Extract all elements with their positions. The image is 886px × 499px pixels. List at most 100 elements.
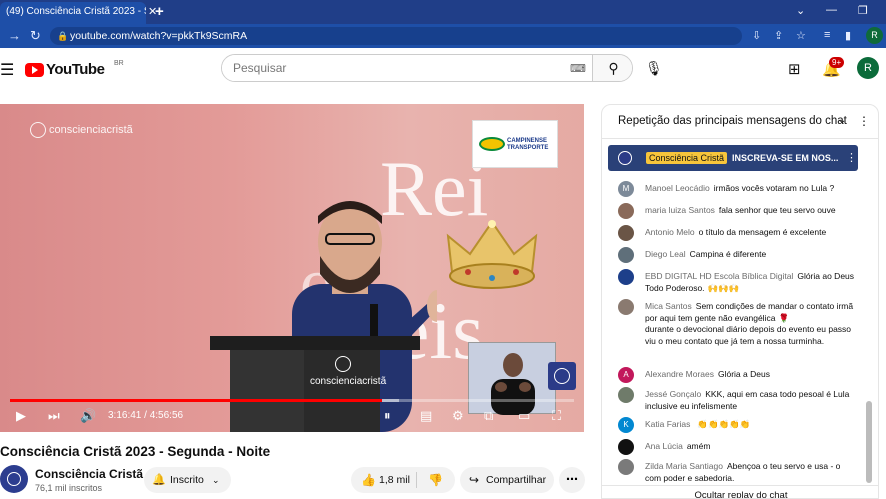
search-box: ⌨ ⚲ <box>221 54 633 82</box>
libras-channel-icon <box>548 362 576 390</box>
message-author[interactable]: Jessé Gonçalo <box>645 389 701 399</box>
video-title: Consciência Cristã 2023 - Segunda - Noit… <box>0 444 271 459</box>
subscribed-button[interactable]: 🔔 Inscrito ⌄ <box>144 467 231 493</box>
lock-icon: 🔒 <box>57 31 69 41</box>
channel-name[interactable]: Consciência Cristã <box>35 467 143 481</box>
channel-avatar[interactable] <box>0 465 28 493</box>
message-author[interactable]: Manoel Leocádio <box>645 183 710 193</box>
thumbs-down-icon[interactable]: 👎 <box>428 467 443 493</box>
subtitles-icon[interactable]: ▤ <box>420 408 432 424</box>
avatar <box>618 247 634 263</box>
back-arrow-icon[interactable]: → <box>8 28 21 43</box>
tab-title: (49) Consciência Cristã 2023 - Se <box>6 6 146 17</box>
reload-icon[interactable]: ↻ <box>30 28 41 44</box>
tab-search-icon[interactable]: ⌄ <box>796 4 805 17</box>
logo-text: YouTube <box>46 61 105 78</box>
message-text: amém <box>686 441 711 451</box>
message-author[interactable]: Alexandre Moraes <box>645 369 714 379</box>
message-author[interactable]: maria luiza Santos <box>645 205 715 215</box>
like-count[interactable]: 1,8 mil <box>379 467 410 493</box>
minimize-icon[interactable]: — <box>826 4 837 16</box>
message-author[interactable]: Diego Leal <box>645 249 686 259</box>
avatar: M <box>618 181 634 197</box>
restore-icon[interactable]: ❐ <box>858 4 868 17</box>
gear-icon[interactable]: ⚙ <box>452 408 464 424</box>
install-icon[interactable]: ⇩ <box>752 29 761 42</box>
hamburger-menu-icon[interactable]: ☰ <box>0 60 14 80</box>
search-button[interactable]: ⚲ <box>592 55 632 81</box>
message-text-continued: durante o devocional diário depois do ev… <box>645 324 852 346</box>
message-author[interactable]: EBD DIGITAL HD Escola Bíblica Digital <box>645 271 793 281</box>
more-vert-icon[interactable]: ⋮ <box>846 151 857 164</box>
avatar[interactable]: R <box>857 57 879 79</box>
avatar <box>618 439 634 455</box>
pinned-text: INSCREVA-SE EM NOS... <box>732 153 839 163</box>
podium-logo-icon <box>335 356 351 372</box>
avatar <box>618 299 634 315</box>
video-player[interactable]: conscienciacristã os Rei eis consciencia… <box>0 104 584 432</box>
message-author[interactable]: Antonio Melo <box>645 227 695 237</box>
sponsor-emblem-icon <box>479 137 505 151</box>
avatar <box>618 225 634 241</box>
search-icon: ⚲ <box>608 60 619 76</box>
message-author[interactable]: Mica Santos <box>645 301 692 311</box>
message-emoji: 🙌🙌🙌 <box>707 282 740 293</box>
thumbs-up-icon[interactable]: 👍 <box>361 467 376 493</box>
fullscreen-icon[interactable]: ⛶ <box>552 408 561 424</box>
browser-tab-bar: (49) Consciência Cristã 2023 - Se ✕ + ⌄ … <box>0 0 886 24</box>
notification-badge: 9+ <box>829 57 845 68</box>
more-actions-button[interactable]: ⋯ <box>559 467 585 493</box>
theater-mode-icon[interactable]: ▭ <box>518 408 530 424</box>
message-text: Glória a Deus <box>717 369 770 379</box>
avatar <box>618 269 634 285</box>
video-watermark: conscienciacristã <box>30 122 133 138</box>
browser-address-bar: → ↻ 🔒 youtube.com/watch?v=pkkTk9ScmRA ⇩ … <box>0 24 886 48</box>
share-page-icon[interactable]: ⇪ <box>774 29 783 42</box>
bookmark-star-icon[interactable]: ☆ <box>796 29 806 42</box>
browser-profile-avatar[interactable]: R <box>866 27 883 44</box>
media-control-icon[interactable]: ≡ <box>824 29 830 41</box>
channel-logo-icon <box>30 122 46 138</box>
side-panel-icon[interactable]: ▮ <box>845 29 851 42</box>
chevron-down-icon[interactable]: ⌄ <box>838 115 846 126</box>
mic-icon[interactable]: 🎙 <box>645 60 663 77</box>
new-tab-button[interactable]: + <box>155 3 164 20</box>
volume-icon[interactable]: 🔊 <box>80 408 96 424</box>
crown-graphic <box>446 220 538 289</box>
message-text: fala senhor que teu servo ouve <box>718 205 836 215</box>
chat-panel: Repetição das principais mensagens do ch… <box>601 104 879 499</box>
pinned-message[interactable]: Consciência Cristã INSCREVA-SE EM NOS...… <box>608 145 858 171</box>
chat-scrollbar[interactable] <box>866 401 872 483</box>
time-display: 3:16:41 / 4:56:56 <box>108 410 184 421</box>
search-input[interactable] <box>222 55 592 81</box>
share-icon: ↪ <box>469 473 480 487</box>
hide-chat-replay-button[interactable]: Ocultar replay do chat <box>602 485 878 498</box>
chat-mode-title[interactable]: Repetição das principais mensagens do ch… <box>618 115 847 127</box>
miniplayer-icon[interactable]: ⧉ <box>484 408 493 424</box>
create-video-icon[interactable]: ⊞ <box>788 60 801 78</box>
sign-language-interpreter <box>468 342 556 415</box>
sponsor-logo: CAMPINENSE TRANSPORTE <box>472 120 558 168</box>
progress-bar[interactable] <box>10 399 574 402</box>
keyboard-icon[interactable]: ⌨ <box>570 62 586 75</box>
message-author[interactable]: Zilda Maria Santiago <box>645 461 723 471</box>
share-button[interactable]: ↪ Compartilhar <box>460 467 554 493</box>
message-text: irmãos vocês votaram no Lula ? <box>713 183 835 193</box>
avatar <box>618 203 634 219</box>
more-vert-icon[interactable]: ⋮ <box>858 114 870 128</box>
message-author[interactable]: Katia Farias <box>645 419 690 429</box>
bell-icon: 🔔 <box>152 474 166 486</box>
avatar <box>618 459 634 475</box>
subscriber-count: 76,1 mil inscritos <box>35 483 103 493</box>
autoplay-toggle[interactable]: ⏸ <box>384 408 391 424</box>
message-text: o título da mensagem é excelente <box>698 227 827 237</box>
podium-label: conscienciacristã <box>310 376 387 387</box>
message-emoji: 👏👏👏👏👏 <box>697 419 751 429</box>
play-icon[interactable]: ▶ <box>16 408 26 424</box>
region-code: BR <box>114 60 124 67</box>
browser-tab[interactable]: (49) Consciência Cristã 2023 - Se <box>0 2 146 24</box>
avatar: K <box>618 417 634 433</box>
next-icon[interactable]: ⏭ <box>48 408 60 424</box>
url-field[interactable]: 🔒 youtube.com/watch?v=pkkTk9ScmRA <box>50 27 742 45</box>
message-author[interactable]: Ana Lúcia <box>645 441 683 451</box>
